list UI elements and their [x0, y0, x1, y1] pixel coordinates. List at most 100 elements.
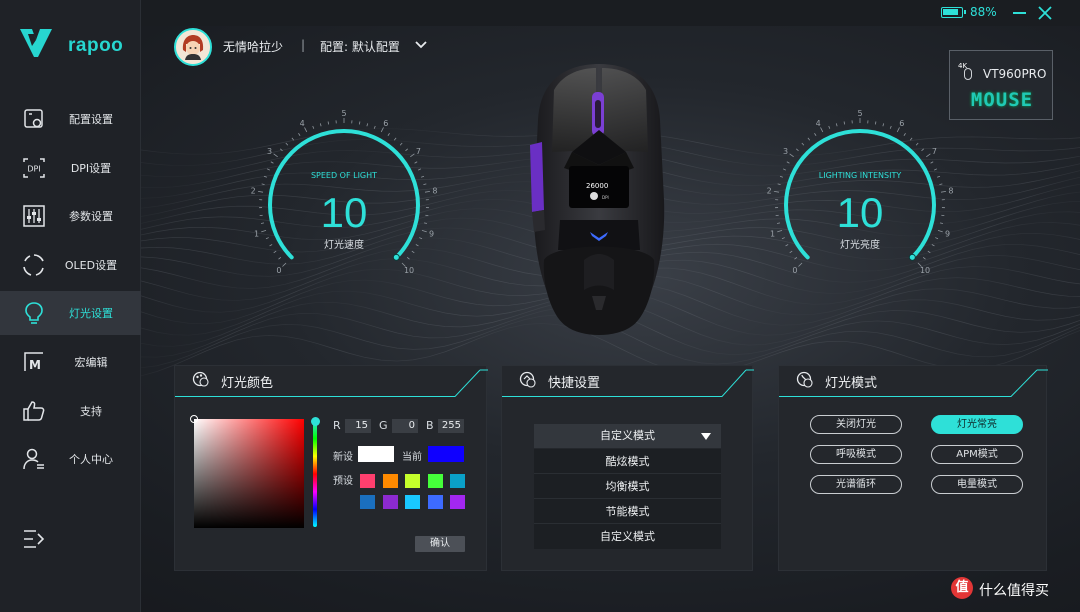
gauge-tick-label: 10 — [404, 266, 414, 275]
sidebar-item-lighting[interactable]: 灯光设置 — [0, 291, 141, 335]
gauge-tick — [789, 153, 794, 158]
gauge-tick-label: 7 — [416, 147, 421, 156]
gauge-tick — [794, 256, 798, 260]
gauge-subtitle: 灯光亮度 — [840, 240, 880, 251]
gauge-tick — [927, 250, 931, 254]
sidebar: rapoo 配置设置 DPI DPI设置 参数设置 OLED设置 灯光设置 M … — [0, 0, 141, 612]
gauge-tick — [934, 168, 938, 171]
b-input[interactable]: 255 — [438, 419, 464, 433]
chevron-down-icon[interactable] — [414, 40, 428, 50]
gauge-tick-label: 4 — [300, 119, 305, 128]
mode-apm-button[interactable]: APM模式 — [931, 445, 1023, 464]
gauge-tick — [835, 123, 838, 127]
preset-swatch[interactable] — [427, 495, 443, 509]
preset-swatch[interactable] — [405, 474, 420, 488]
config-selector-label[interactable]: 配置: 默认配置 — [320, 38, 400, 55]
preset-swatch[interactable] — [382, 495, 398, 509]
r-label: R — [333, 419, 341, 432]
preset-swatch[interactable] — [450, 474, 465, 488]
sliders-icon — [23, 205, 45, 227]
battery-percent: 88% — [970, 5, 997, 19]
device-badge: 4K VT960PRO MOUSE — [949, 50, 1053, 120]
sidebar-item-params[interactable]: 参数设置 — [0, 194, 141, 238]
sidebar-item-config[interactable]: 配置设置 — [0, 97, 141, 141]
close-icon[interactable] — [1037, 5, 1053, 21]
hue-slider[interactable] — [313, 421, 317, 527]
gauge-tick — [921, 148, 925, 152]
mode-off-button[interactable]: 关闭灯光 — [810, 415, 902, 434]
quick-settings-icon — [519, 371, 536, 388]
gauge-tick — [312, 125, 315, 129]
gauge-tick — [358, 121, 361, 125]
gauge-tick — [782, 168, 786, 171]
preset-swatch[interactable] — [360, 495, 375, 509]
gauge-tick — [393, 137, 397, 141]
watermark: 值 什么值得买 — [951, 576, 1077, 602]
preset-swatch[interactable] — [405, 495, 420, 509]
gauge-tick — [798, 262, 803, 267]
mode-spectrum-button[interactable]: 光谱循环 — [810, 475, 902, 494]
intensity-gauge[interactable]: 0 1 2 3 4 5 6 7 8 9 10 LIGHTING INTENSITY 10 灯光亮度 — [760, 105, 960, 275]
gauge-title: LIGHTING INTENSITY — [818, 171, 902, 180]
gauge-tick — [273, 250, 277, 254]
gauge-tick — [814, 133, 817, 136]
avatar[interactable] — [174, 28, 212, 66]
mouse-product-image: 26000 DPI — [530, 64, 665, 335]
gauge-tick — [926, 153, 931, 158]
preset-swatch[interactable] — [427, 474, 443, 488]
gauge-tick — [387, 133, 390, 136]
g-label: G — [379, 419, 388, 432]
picker-cursor[interactable] — [190, 415, 198, 423]
brand-name: rapoo — [68, 35, 124, 56]
g-input[interactable]: 0 — [392, 419, 418, 433]
mouse-oled-unit: DPI — [602, 195, 609, 200]
quick-settings-panel: 快捷设置 自定义模式 酷炫模式 均衡模式 节能模式 自定义模式 — [501, 365, 754, 571]
dropdown-option-eco[interactable]: 节能模式 — [534, 499, 721, 524]
gauge-tick — [373, 125, 376, 129]
sidebar-item-oled[interactable]: OLED设置 — [0, 243, 141, 287]
color-picker-area[interactable] — [190, 415, 304, 528]
preset-swatch[interactable] — [382, 474, 398, 488]
user-icon — [23, 448, 44, 470]
new-color-label: 新设 — [333, 452, 353, 463]
gauge-handle[interactable] — [392, 253, 400, 261]
confirm-button[interactable]: 确认 — [415, 536, 465, 552]
gauge-tick — [930, 161, 934, 164]
gauge-tick — [270, 161, 274, 164]
gauge-tick — [915, 142, 919, 146]
gauge-tick — [939, 183, 943, 185]
preset-swatch[interactable] — [360, 474, 375, 488]
sidebar-item-dpi[interactable]: DPI DPI设置 — [0, 146, 141, 190]
preset-swatch[interactable] — [450, 495, 465, 509]
b-label: B — [426, 419, 434, 432]
hue-slider-handle[interactable] — [311, 417, 320, 426]
mode-static-button[interactable]: 灯光常亮 — [931, 415, 1023, 434]
gauge-value: 10 — [320, 189, 368, 236]
sidebar-item-label: OLED设置 — [64, 259, 118, 272]
mode-dropdown[interactable]: 自定义模式 — [534, 424, 721, 448]
mode-battery-button[interactable]: 电量模式 — [931, 475, 1023, 494]
mode-breathing-button[interactable]: 呼吸模式 — [810, 445, 902, 464]
title-bar: 88% — [141, 0, 1080, 26]
minimize-button[interactable] — [1013, 12, 1026, 14]
gauge-tick — [909, 137, 913, 141]
sidebar-item-macro[interactable]: M 宏编辑 — [0, 340, 141, 384]
panel-title: 灯光颜色 — [221, 376, 274, 391]
r-input[interactable]: 15 — [345, 419, 371, 433]
dropdown-option-cool[interactable]: 酷炫模式 — [534, 449, 721, 474]
device-type: MOUSE — [970, 89, 1034, 111]
app-window: rapoo 配置设置 DPI DPI设置 参数设置 OLED设置 灯光设置 M … — [0, 0, 1080, 612]
gauge-tick — [795, 148, 799, 152]
gauge-handle[interactable] — [908, 253, 916, 261]
dropdown-option-custom[interactable]: 自定义模式 — [534, 524, 721, 549]
battery-icon — [941, 7, 966, 18]
dropdown-option-balanced[interactable]: 均衡模式 — [534, 474, 721, 499]
sidebar-item-label: 宏编辑 — [74, 356, 108, 369]
sidebar-item-label: 个人中心 — [69, 453, 113, 466]
gauge-tick — [882, 123, 885, 127]
speed-gauge[interactable]: 0 1 2 3 4 5 6 7 8 9 10 SPEED OF LIGHT 10 灯光速度 — [244, 105, 444, 275]
gauge-tick-label: 10 — [920, 266, 930, 275]
sidebar-item-support[interactable]: 支持 — [0, 389, 141, 433]
collapse-menu-icon[interactable] — [22, 528, 46, 550]
sidebar-item-profile[interactable]: 个人中心 — [0, 437, 141, 481]
